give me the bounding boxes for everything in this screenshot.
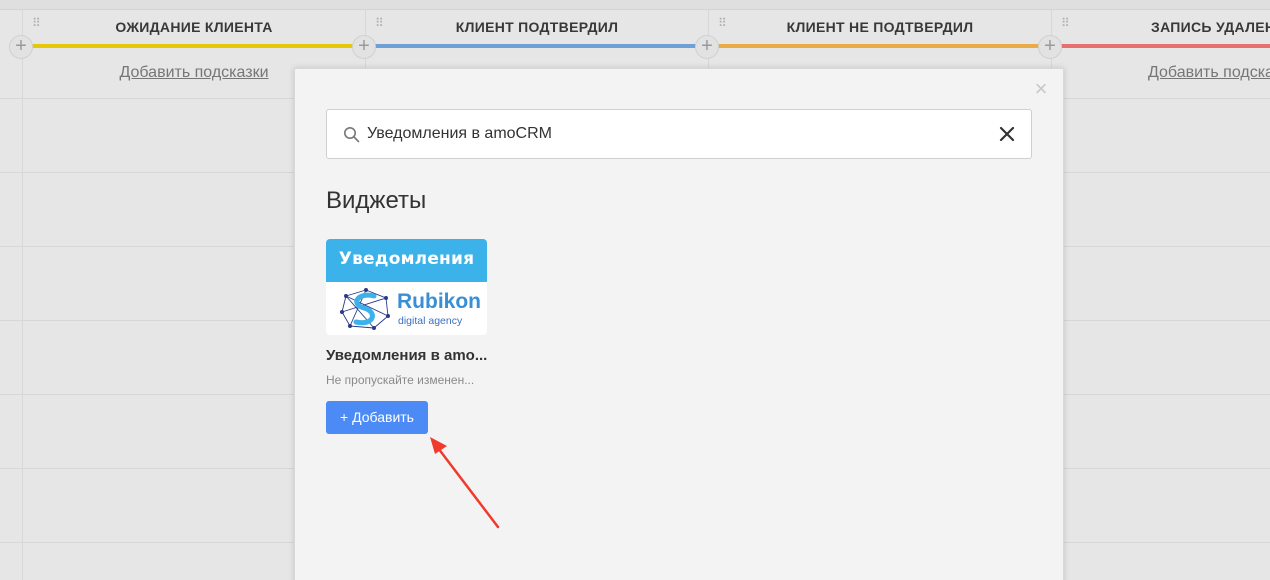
widget-card: Уведомления Rubikon digital agency Уведо…	[326, 239, 488, 434]
logo-tagline: digital agency	[398, 315, 463, 327]
widget-name[interactable]: Уведомления в amo...	[326, 347, 488, 364]
search-input[interactable]	[367, 118, 967, 150]
add-stage-plus-icon[interactable]: +	[9, 35, 33, 59]
annotation-arrow-icon	[430, 437, 500, 529]
add-stage-plus-icon[interactable]: +	[352, 35, 376, 59]
logo-wordmark: Rubikon	[397, 290, 481, 313]
rubikon-logo-icon	[340, 288, 390, 330]
thumb-banner: Уведомления	[326, 239, 487, 282]
close-icon[interactable]	[997, 124, 1017, 144]
rubikon-logo: Rubikon digital agency	[326, 282, 487, 335]
widget-search-modal: × Виджеты Уведомления	[294, 68, 1064, 580]
search-field[interactable]	[326, 109, 1032, 159]
add-stage-plus-icon[interactable]: +	[695, 35, 719, 59]
close-icon[interactable]: ×	[1031, 78, 1051, 100]
widget-thumbnail[interactable]: Уведомления Rubikon digital agency	[326, 239, 487, 335]
widget-description: Не пропускайте изменен...	[326, 373, 475, 387]
add-stage-plus-icon[interactable]: +	[1038, 35, 1062, 59]
search-icon	[344, 127, 360, 143]
section-title: Виджеты	[326, 187, 427, 214]
add-widget-button[interactable]: + Добавить	[326, 401, 428, 434]
